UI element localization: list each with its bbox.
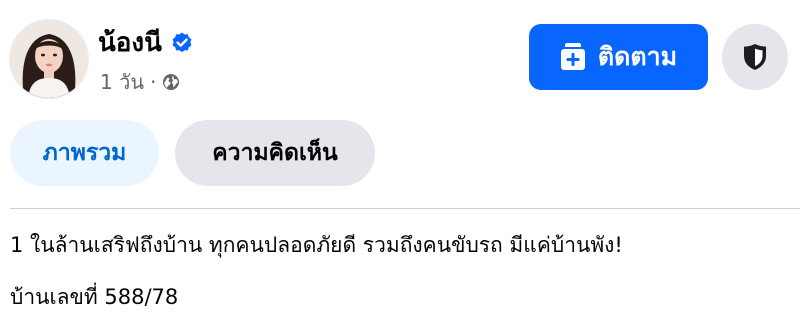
profile-header: น้องนี (98, 26, 194, 60)
globe-icon[interactable] (162, 73, 180, 91)
post-address-line: บ้านเลขที่ 588/78 (10, 285, 179, 309)
shield-icon (744, 44, 766, 70)
follow-button-label: ติดตาม (597, 43, 678, 71)
post-meta: 1 วัน · (100, 68, 180, 96)
avatar-image (10, 20, 88, 98)
post-time[interactable]: 1 วัน (100, 66, 144, 98)
shield-button[interactable] (722, 24, 788, 90)
tab-overview[interactable]: ภาพรวม (10, 120, 159, 186)
follow-page-icon (560, 43, 586, 71)
verified-badge-icon (170, 31, 194, 55)
profile-name[interactable]: น้องนี (98, 26, 162, 60)
meta-separator: · (149, 70, 157, 94)
tab-comments[interactable]: ความคิดเห็น (175, 120, 375, 186)
post-text-line: 1 ในล้านเสริฟถึงบ้าน ทุกคนปลอดภัยดี รวมถ… (10, 233, 623, 257)
divider (10, 208, 800, 209)
follow-button[interactable]: ติดตาม (529, 24, 708, 90)
avatar[interactable] (10, 20, 88, 98)
